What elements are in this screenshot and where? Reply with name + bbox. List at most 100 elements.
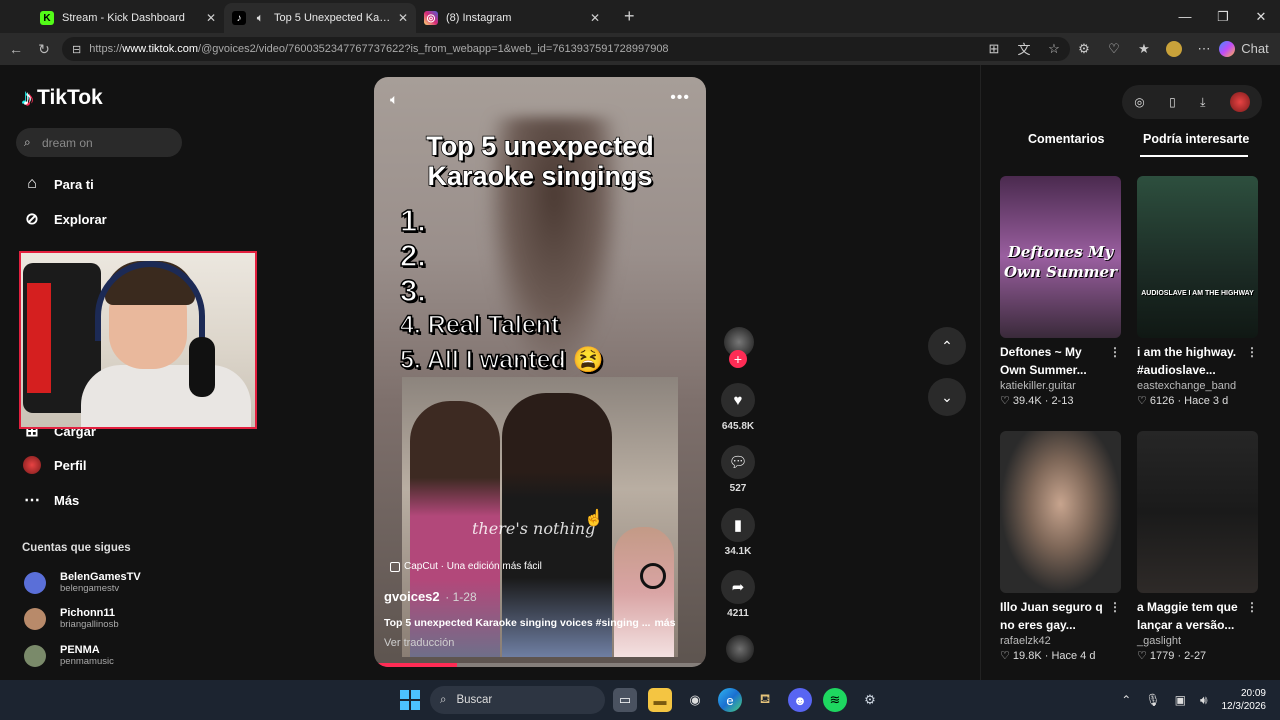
app-available-icon[interactable]: ⊞ bbox=[979, 41, 1009, 57]
recommended-video-card[interactable]: AUDIOSLAVE I AM THE HIGHWAY i am the hig… bbox=[1137, 176, 1258, 407]
site-info-icon[interactable]: ⊟ bbox=[72, 43, 81, 56]
streamer-webcam bbox=[19, 251, 257, 429]
following-item[interactable]: BelenGamesTV belengamestv bbox=[24, 571, 141, 594]
more-link[interactable]: más bbox=[654, 617, 675, 629]
tab-tiktok[interactable]: ♪ 🔈︎ Top 5 Unexpected Karaoke Si ✕ bbox=[224, 3, 416, 33]
file-explorer-icon[interactable]: ▬ bbox=[648, 688, 672, 712]
avatar bbox=[24, 571, 46, 594]
following-title: Cuentas que sigues bbox=[22, 542, 131, 554]
compass-icon: ⊘ bbox=[25, 211, 39, 228]
profile-icon[interactable] bbox=[1159, 40, 1189, 57]
nav-perfil[interactable]: Perfil bbox=[22, 455, 87, 475]
share-action[interactable]: ➦ 4211 bbox=[716, 570, 760, 619]
video-thumbnail[interactable] bbox=[1000, 431, 1121, 593]
start-button[interactable] bbox=[400, 690, 420, 710]
taskbar-search[interactable]: ⌕ Buscar bbox=[430, 686, 605, 714]
follow-button[interactable]: + bbox=[729, 350, 747, 368]
more-options-icon[interactable]: ••• bbox=[670, 89, 690, 107]
maximize-icon[interactable]: ❐ bbox=[1204, 9, 1242, 25]
autoscroll-icon[interactable]: ◎ bbox=[1134, 95, 1144, 109]
search-input[interactable]: ⌕ dream on bbox=[16, 128, 182, 157]
task-view-icon[interactable]: ▭ bbox=[613, 688, 637, 712]
recommended-video-card[interactable]: Deftones My Own Summer Deftones ~ My Own… bbox=[1000, 176, 1121, 407]
speaker-icon[interactable]: 🔈︎ bbox=[254, 11, 266, 25]
back-icon[interactable]: ← bbox=[2, 41, 30, 57]
share-icon[interactable]: ➦ bbox=[721, 570, 755, 604]
profile-avatar[interactable] bbox=[1229, 92, 1250, 112]
tab-strip: K Stream - Kick Dashboard ✕ ♪ 🔈︎ Top 5 U… bbox=[0, 0, 1280, 33]
headphones bbox=[95, 261, 205, 341]
extensions-icon[interactable]: ⚙ bbox=[1069, 41, 1099, 57]
translate-icon[interactable]: 文 bbox=[1009, 39, 1039, 58]
microphone-icon[interactable]: 🎙︎ bbox=[1145, 693, 1160, 707]
nav-mas[interactable]: ⋯ Más bbox=[22, 490, 79, 510]
settings-icon[interactable]: ⚙ bbox=[858, 688, 882, 712]
card-more-icon[interactable]: ⋮ bbox=[1246, 343, 1258, 361]
video-title-overlay: Top 5 unexpected Karaoke singings bbox=[425, 130, 654, 192]
following-item[interactable]: Pichonn11 briangallinosb bbox=[24, 607, 119, 630]
browser-essentials-icon[interactable]: ♡ bbox=[1099, 41, 1129, 57]
bookmark-icon[interactable]: ▮ bbox=[721, 508, 755, 542]
nav-explorar[interactable]: ⊘ Explorar bbox=[22, 209, 106, 229]
tiktok-logo[interactable]: ♪ TikTok bbox=[22, 85, 103, 111]
tab-comentarios[interactable]: Comentarios bbox=[1028, 132, 1104, 146]
chrome-icon[interactable]: ◉ bbox=[683, 688, 707, 712]
close-window-icon[interactable]: ✕ bbox=[1242, 9, 1280, 25]
browser-window: K Stream - Kick Dashboard ✕ ♪ 🔈︎ Top 5 U… bbox=[0, 0, 1280, 680]
tab-podria-interesarte[interactable]: Podría interesarte bbox=[1143, 132, 1249, 146]
mouse-cursor: ☝ bbox=[584, 510, 604, 527]
url-input[interactable]: ⊟ https://www.tiktok.com/@gvoices2/video… bbox=[62, 37, 1070, 61]
video-thumbnail[interactable]: AUDIOSLAVE I AM THE HIGHWAY bbox=[1137, 176, 1258, 338]
following-item[interactable]: PENMA penmamusic bbox=[24, 644, 114, 667]
kick-icon: K bbox=[40, 11, 54, 25]
translate-link[interactable]: Ver traducción bbox=[384, 637, 454, 649]
volume-icon[interactable]: 🔈︎ bbox=[390, 91, 398, 108]
previous-video-button[interactable]: ⌃ bbox=[928, 327, 966, 365]
close-tab-icon[interactable]: ✕ bbox=[398, 11, 408, 25]
tab-kick[interactable]: K Stream - Kick Dashboard ✕ bbox=[32, 3, 224, 33]
like-action[interactable]: ♥ 645.8K bbox=[716, 383, 760, 432]
video-thumbnail[interactable]: Deftones My Own Summer bbox=[1000, 176, 1121, 338]
video-ranking-list: 1. 2. 3. 4. Real Talent 5. All I wanted … bbox=[399, 202, 604, 375]
avatar bbox=[24, 644, 46, 667]
new-tab-button[interactable]: + bbox=[624, 6, 635, 27]
capcut-tag[interactable]: CapCut · Una edición más fácil bbox=[390, 561, 542, 572]
app-icon[interactable]: ⛾ bbox=[753, 688, 777, 712]
copilot-chat-button[interactable]: Chat bbox=[1219, 40, 1270, 57]
minimize-icon[interactable]: — bbox=[1166, 9, 1204, 24]
video-author[interactable]: gvoices2 · 1-28 bbox=[384, 589, 477, 604]
clock[interactable]: 20:09 12/3/2026 bbox=[1222, 687, 1267, 713]
recommended-video-card[interactable]: a Maggie tem que lançar a versão... ⋮ _ga… bbox=[1137, 431, 1258, 662]
discord-icon[interactable]: ☻ bbox=[788, 688, 812, 712]
card-more-icon[interactable]: ⋮ bbox=[1109, 343, 1121, 361]
card-more-icon[interactable]: ⋮ bbox=[1246, 598, 1258, 616]
favorite-icon[interactable]: ☆ bbox=[1039, 41, 1069, 57]
next-video-button[interactable]: ⌄ bbox=[928, 378, 966, 416]
recommended-video-card[interactable]: Illo Juan seguro q no eres gay... ⋮ rafae… bbox=[1000, 431, 1121, 662]
volume-icon[interactable]: 🔊︎ bbox=[1200, 693, 1208, 708]
spotify-icon[interactable]: ≋ bbox=[823, 688, 847, 712]
edge-icon[interactable]: e bbox=[718, 688, 742, 712]
comment-action[interactable]: 💬︎ 527 bbox=[716, 445, 760, 494]
avatar bbox=[24, 607, 46, 630]
favorites-bar-icon[interactable]: ★ bbox=[1129, 41, 1159, 57]
tab-instagram[interactable]: ◎ (8) Instagram ✕ bbox=[416, 3, 608, 33]
person-right bbox=[614, 527, 674, 657]
heart-icon[interactable]: ♥ bbox=[721, 383, 755, 417]
nav-para-ti[interactable]: ⌂ Para ti bbox=[22, 174, 94, 194]
close-tab-icon[interactable]: ✕ bbox=[590, 11, 600, 25]
video-thumbnail[interactable] bbox=[1137, 431, 1258, 593]
sound-disc-icon[interactable] bbox=[726, 635, 754, 663]
comment-icon[interactable]: 💬︎ bbox=[721, 445, 755, 479]
tray-overflow-icon[interactable]: ⌃ bbox=[1121, 693, 1131, 707]
card-more-icon[interactable]: ⋮ bbox=[1109, 598, 1121, 616]
download-icon[interactable]: ⤓ bbox=[1200, 95, 1205, 110]
reload-icon[interactable]: ↻ bbox=[30, 41, 58, 58]
mobile-icon[interactable]: ▯ bbox=[1169, 95, 1176, 109]
active-tab-indicator bbox=[1140, 155, 1248, 157]
settings-more-icon[interactable]: ⋯ bbox=[1189, 41, 1219, 57]
save-action[interactable]: ▮ 34.1K bbox=[716, 508, 760, 557]
network-icon[interactable]: ▣ bbox=[1175, 693, 1186, 707]
close-tab-icon[interactable]: ✕ bbox=[206, 11, 216, 25]
video-progress-bar[interactable] bbox=[374, 663, 706, 667]
